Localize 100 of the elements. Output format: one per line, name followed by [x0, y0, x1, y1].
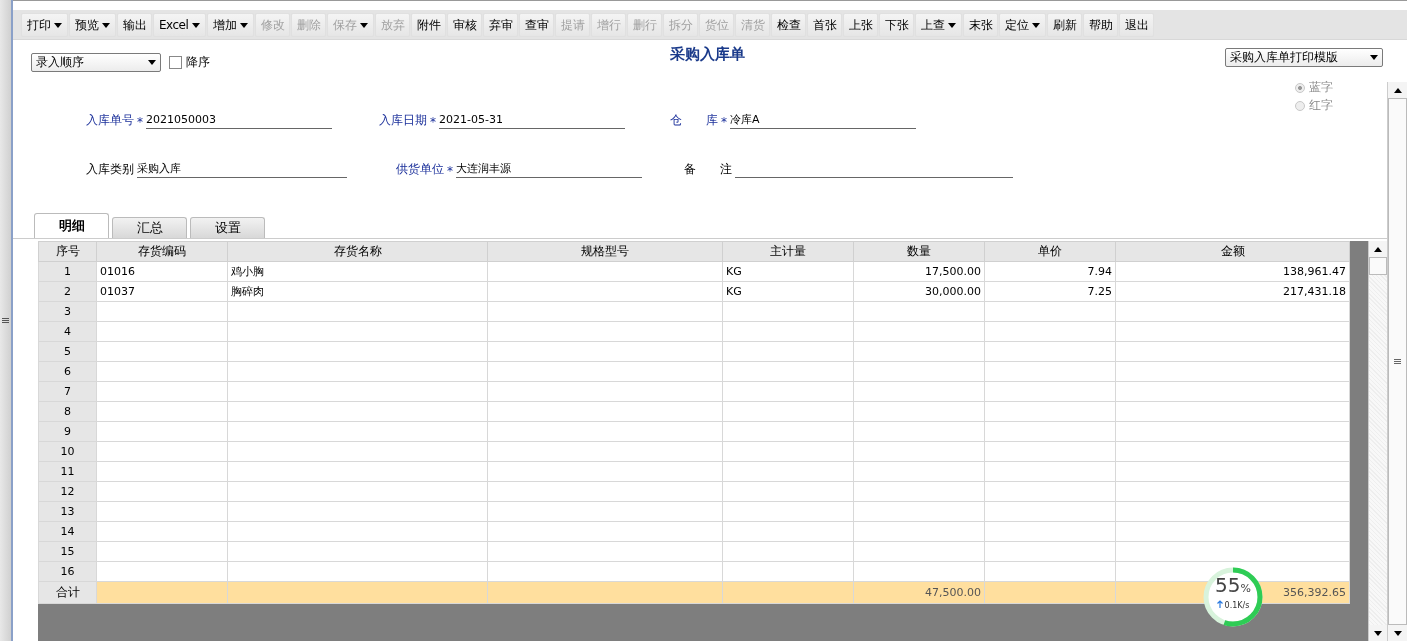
input-field[interactable]: 2021-05-31 [439, 113, 625, 129]
scroll-down-icon[interactable] [1374, 630, 1382, 636]
toolbar-button[interactable]: 查审 [519, 13, 555, 37]
scroll-up-icon[interactable] [1374, 246, 1382, 252]
grip-icon[interactable] [2, 318, 9, 323]
row-number: 10 [38, 441, 97, 462]
checkbox[interactable] [169, 56, 182, 69]
column-header: 主计量 [722, 241, 854, 262]
radio-label: 蓝字 [1309, 79, 1333, 96]
input-field[interactable]: 2021050003 [146, 113, 332, 129]
field-label: 供货单位 [396, 161, 444, 178]
table-cell: 17,500.00 [925, 265, 981, 278]
tab[interactable]: 设置 [190, 217, 265, 238]
input-field[interactable]: 采购入库 [137, 162, 347, 178]
toolbar-button[interactable]: Excel [153, 13, 207, 37]
form-title: 采购入库单 [669, 45, 745, 65]
scroll-up-icon[interactable] [1393, 87, 1402, 93]
total-cell: 47,500.00 [925, 586, 981, 599]
field-label: 仓 库 [670, 112, 718, 129]
row-number: 9 [38, 421, 97, 442]
total-cell: 356,392.65 [1283, 586, 1346, 599]
column-header: 金额 [1115, 241, 1350, 262]
toolbar-button[interactable]: 定位 [999, 13, 1047, 37]
row-number: 14 [38, 521, 97, 542]
tab[interactable]: 明细 [34, 213, 109, 238]
row-number: 8 [38, 401, 97, 422]
toolbar-button[interactable]: 帮助 [1083, 13, 1119, 37]
row-number: 13 [38, 501, 97, 522]
toolbar-button[interactable]: 弃审 [483, 13, 519, 37]
table-cell: 7.25 [1087, 285, 1112, 298]
toolbar-button[interactable]: 增加 [207, 13, 255, 37]
grip-icon[interactable] [1394, 359, 1401, 364]
toolbar-button[interactable]: 打印 [21, 13, 68, 37]
row-number: 11 [38, 461, 97, 482]
percent-value: 55 [1215, 573, 1241, 597]
column-header: 规格型号 [487, 241, 723, 262]
row-number: 3 [38, 301, 97, 322]
row-number: 6 [38, 361, 97, 382]
upload-arrow-icon [1216, 600, 1223, 608]
row-number: 1 [38, 261, 97, 282]
required-mark: * [137, 115, 143, 129]
field-label: 入库类别 [86, 161, 134, 178]
required-mark: * [721, 115, 727, 129]
column-header: 存货编码 [96, 241, 228, 262]
table-cell: 217,431.18 [1283, 285, 1346, 298]
table-cell: KG [726, 285, 742, 298]
toolbar-button[interactable]: 审核 [447, 13, 483, 37]
field-label: 备 注 [684, 161, 732, 178]
table-cell: 30,000.00 [925, 285, 981, 298]
input-field[interactable]: 冷库A [730, 113, 916, 129]
field-label: 入库单号 [86, 112, 134, 129]
row-number: 16 [38, 561, 97, 582]
column-header: 序号 [38, 241, 97, 262]
scroll-down-icon[interactable] [1393, 630, 1402, 636]
caret-icon [360, 22, 369, 28]
toolbar-button[interactable]: 预览 [69, 13, 116, 37]
toolbar-button[interactable]: 首张 [807, 13, 843, 37]
toolbar-button[interactable]: 附件 [411, 13, 447, 37]
field-label: 入库日期 [379, 112, 427, 129]
table-cell: 鸡小胸 [231, 265, 264, 278]
table-cell: 138,961.47 [1283, 265, 1346, 278]
table-cell: KG [726, 265, 742, 278]
required-mark: * [430, 115, 436, 129]
sort-dropdown[interactable]: 录入顺序 [31, 53, 161, 72]
toolbar-button[interactable]: 刷新 [1047, 13, 1083, 37]
toolbar-button[interactable]: 上张 [843, 13, 879, 37]
toolbar-button[interactable]: 下张 [879, 13, 915, 37]
checkbox-label: 降序 [186, 54, 210, 71]
row-number: 12 [38, 481, 97, 502]
toolbar-button[interactable]: 输出 [117, 13, 152, 37]
table-cell: 01037 [100, 285, 135, 298]
caret-icon [1032, 22, 1041, 28]
toolbar-button[interactable]: 上查 [915, 13, 963, 37]
row-number: 5 [38, 341, 97, 362]
scroll-thumb[interactable] [1369, 257, 1387, 275]
row-number: 7 [38, 381, 97, 402]
caret-icon [192, 22, 201, 28]
toolbar-button[interactable]: 退出 [1119, 13, 1155, 37]
input-field[interactable]: 大连润丰源 [456, 162, 642, 178]
column-header: 数量 [853, 241, 985, 262]
caret-icon [102, 22, 110, 28]
table-cell: 7.94 [1087, 265, 1112, 278]
row-number: 4 [38, 321, 97, 342]
toolbar-button[interactable]: 检查 [771, 13, 807, 37]
template-dropdown[interactable]: 采购入库单打印模版 [1225, 48, 1383, 67]
column-header: 存货名称 [227, 241, 488, 262]
caret-icon [240, 22, 249, 28]
row-number: 15 [38, 541, 97, 562]
scrollbar[interactable] [1368, 241, 1387, 641]
caret-icon [1370, 55, 1378, 60]
caret-icon [148, 60, 156, 65]
caret-icon [54, 22, 62, 28]
required-mark: * [447, 164, 453, 178]
percent-unit: % [1240, 582, 1251, 595]
tab[interactable]: 汇总 [112, 217, 187, 238]
toolbar-button[interactable]: 末张 [963, 13, 999, 37]
speed-value: 0.1K/s [1224, 601, 1250, 610]
table-cell: 01016 [100, 265, 135, 278]
radio-label: 红字 [1309, 97, 1333, 114]
table-cell: 胸碎肉 [231, 285, 264, 298]
